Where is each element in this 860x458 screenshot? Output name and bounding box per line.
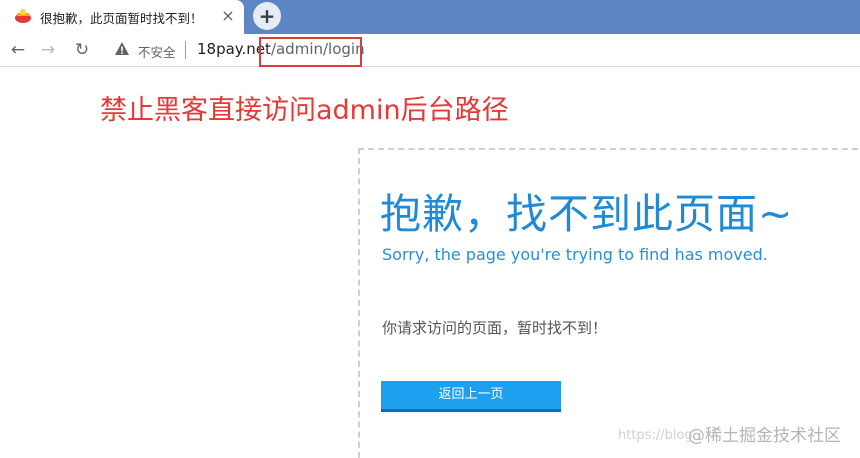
tab-title: 很抱歉，此页面暂时找不到！	[40, 11, 203, 26]
watermark-brand: @稀土掘金技术社区	[688, 426, 841, 446]
favicon-icon	[15, 9, 31, 23]
browser-tab[interactable]: 很抱歉，此页面暂时找不到！ ×	[0, 0, 244, 34]
tab-strip: 很抱歉，此页面暂时找不到！ × +	[0, 0, 860, 34]
screenshot: 很抱歉，此页面暂时找不到！ × + ← → ↻ 不安全 18pay.net/ad…	[0, 0, 860, 458]
error-subtitle: Sorry, the page you're trying to find ha…	[382, 245, 768, 264]
close-icon[interactable]: ×	[218, 6, 238, 26]
browser-toolbar: ← → ↻ 不安全 18pay.net/admin/login	[0, 34, 860, 67]
security-label[interactable]: 不安全	[138, 42, 176, 61]
forward-arrow-icon[interactable]: →	[36, 38, 60, 62]
reload-icon[interactable]: ↻	[70, 38, 94, 62]
error-title: 抱歉，找不到此页面~	[380, 190, 794, 238]
back-button[interactable]: 返回上一页	[381, 381, 561, 412]
new-tab-button[interactable]: +	[253, 2, 281, 30]
warning-icon[interactable]	[114, 41, 130, 57]
address-separator	[185, 41, 186, 59]
annotation-text: 禁止黑客直接访问admin后台路径	[100, 95, 509, 126]
error-message: 你请求访问的页面，暂时找不到！	[382, 319, 608, 337]
url-highlight-box	[259, 37, 362, 67]
back-arrow-icon[interactable]: ←	[6, 38, 30, 62]
watermark-url: https://blog	[618, 428, 693, 443]
